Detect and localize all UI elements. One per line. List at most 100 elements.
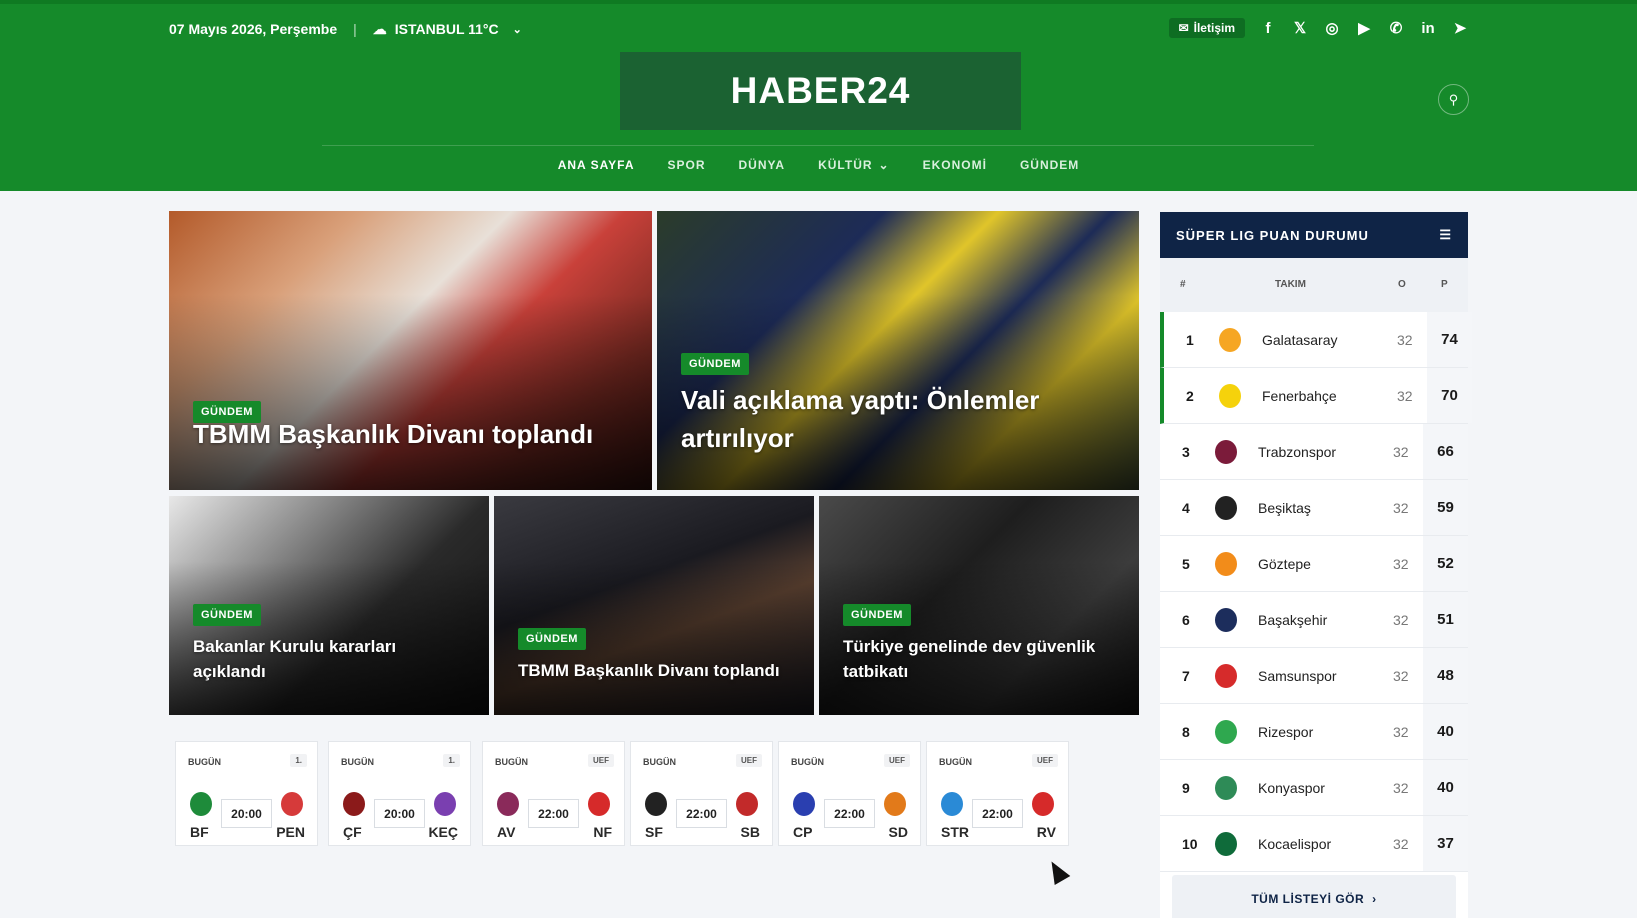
top-right-links: ✉ İletişim f 𝕏 ◎ ▶ ✆ in ➤ — [1168, 18, 1469, 38]
matches-played: 32 — [1393, 612, 1409, 628]
team-name: Beşiktaş — [1258, 500, 1311, 516]
news-card[interactable]: GÜNDEM Bakanlar Kurulu kararları açıklan… — [169, 496, 489, 715]
nav-item-kultur[interactable]: KÜLTÜR ⌄ — [818, 158, 890, 172]
weather-text: ISTANBUL 11°C — [394, 21, 499, 37]
competition-badge: UEF — [1032, 754, 1058, 767]
standings-row[interactable]: 10 Kocaelispor 32 37 — [1160, 816, 1468, 872]
team-points: 51 — [1423, 592, 1468, 647]
chevron-right-icon: › — [1372, 892, 1377, 906]
home-team-abbr: CP — [793, 824, 813, 840]
match-card[interactable]: BUGÜN UEF 22:00 CP SD — [778, 741, 921, 846]
facebook-icon[interactable]: f — [1259, 20, 1277, 37]
matches-played: 32 — [1397, 388, 1413, 404]
team-name: Rizespor — [1258, 724, 1314, 740]
standings-row[interactable]: 8 Rizespor 32 40 — [1160, 704, 1468, 760]
matches-played: 32 — [1393, 500, 1409, 516]
standings-row[interactable]: 4 Beşiktaş 32 59 — [1160, 480, 1468, 536]
weather-cloud-icon: ☁ — [372, 20, 387, 37]
chevron-down-icon: ⌄ — [512, 23, 522, 36]
match-time: 22:00 — [528, 799, 579, 828]
match-card[interactable]: BUGÜN 1. 20:00 BF PEN — [175, 741, 318, 846]
col-rank: # — [1180, 279, 1186, 290]
team-points: 40 — [1423, 704, 1468, 759]
youtube-icon[interactable]: ▶ — [1355, 19, 1373, 37]
standings-row[interactable]: 5 Göztepe 32 52 — [1160, 536, 1468, 592]
match-time: 22:00 — [972, 799, 1023, 828]
news-card[interactable]: GÜNDEM TBMM Başkanlık Divanı toplandı — [169, 211, 652, 490]
match-date: BUGÜN — [791, 757, 824, 767]
match-date: BUGÜN — [188, 757, 221, 767]
nav-item-dunya[interactable]: DÜNYA — [739, 158, 786, 172]
nav-item-ana-sayfa[interactable]: ANA SAYFA — [558, 158, 635, 172]
standings-row[interactable]: 2 Fenerbahçe 32 70 — [1160, 368, 1472, 424]
standings-header: SÜPER LIG PUAN DURUMU ☰ — [1160, 212, 1468, 258]
instagram-icon[interactable]: ◎ — [1323, 19, 1341, 37]
divider: | — [353, 21, 357, 37]
match-card[interactable]: BUGÜN UEF 22:00 SF SB — [630, 741, 773, 846]
category-badge: GÜNDEM — [843, 604, 911, 626]
col-played: O — [1398, 279, 1406, 290]
standings-row[interactable]: 3 Trabzonspor 32 66 — [1160, 424, 1468, 480]
standings-title: SÜPER LIG PUAN DURUMU — [1176, 227, 1369, 243]
standings-row[interactable]: 7 Samsunspor 32 48 — [1160, 648, 1468, 704]
news-title: Vali açıklama yaptı: Önlemler artırılıyo… — [681, 385, 1040, 453]
standings-row[interactable]: 1 Galatasaray 32 74 — [1160, 312, 1472, 368]
home-team-abbr: BF — [190, 824, 209, 840]
matches-played: 32 — [1393, 724, 1409, 740]
away-team-crest — [281, 792, 303, 816]
news-card[interactable]: GÜNDEM TBMM Başkanlık Divanı toplandı — [494, 496, 814, 715]
news-card[interactable]: GÜNDEM Türkiye genelinde dev güvenlik ta… — [819, 496, 1139, 715]
team-name: Samsunspor — [1258, 668, 1337, 684]
nav-item-spor[interactable]: SPOR — [668, 158, 706, 172]
competition-badge: UEF — [736, 754, 762, 767]
standings-row[interactable]: 6 Başakşehir 32 51 — [1160, 592, 1468, 648]
home-team-crest — [793, 792, 815, 816]
matches-played: 32 — [1393, 780, 1409, 796]
home-team-abbr: AV — [497, 824, 516, 840]
match-date: BUGÜN — [495, 757, 528, 767]
match-card[interactable]: BUGÜN 1. 20:00 ÇF KEÇ — [328, 741, 471, 846]
matches-played: 32 — [1393, 444, 1409, 460]
whatsapp-icon[interactable]: ✆ — [1387, 19, 1405, 37]
team-crest-icon — [1215, 496, 1237, 520]
match-card[interactable]: BUGÜN UEF 22:00 STR RV — [926, 741, 1069, 846]
match-date: BUGÜN — [643, 757, 676, 767]
matches-played: 32 — [1393, 836, 1409, 852]
x-icon[interactable]: 𝕏 — [1291, 19, 1309, 37]
team-crest-icon — [1215, 832, 1237, 856]
team-rank: 3 — [1182, 444, 1190, 460]
team-points: 40 — [1423, 760, 1468, 815]
search-button[interactable]: ⚲ — [1438, 84, 1469, 115]
linkedin-icon[interactable]: in — [1419, 20, 1437, 37]
team-name: Konyaspor — [1258, 780, 1325, 796]
team-crest-icon — [1219, 328, 1241, 352]
team-crest-icon — [1219, 384, 1241, 408]
team-rank: 8 — [1182, 724, 1190, 740]
team-points: 70 — [1427, 368, 1472, 423]
see-all-button[interactable]: TÜM LİSTEYİ GÖR › — [1172, 875, 1456, 918]
team-rank: 4 — [1182, 500, 1190, 516]
news-card[interactable]: GÜNDEM Vali açıklama yaptı: Önlemler art… — [657, 211, 1139, 490]
nav-item-gundem[interactable]: GÜNDEM — [1020, 158, 1079, 172]
site-logo[interactable]: HABER24 — [620, 52, 1021, 130]
away-team-abbr: PEN — [276, 824, 305, 840]
away-team-abbr: NF — [593, 824, 612, 840]
home-team-abbr: SF — [645, 824, 663, 840]
team-name: Fenerbahçe — [1262, 388, 1337, 404]
away-team-abbr: SD — [888, 824, 908, 840]
home-team-crest — [941, 792, 963, 816]
team-crest-icon — [1215, 776, 1237, 800]
team-name: Başakşehir — [1258, 612, 1328, 628]
weather-widget[interactable]: ☁ ISTANBUL 11°C ⌄ — [373, 21, 522, 38]
category-badge: GÜNDEM — [681, 353, 749, 375]
match-date: BUGÜN — [939, 757, 972, 767]
match-card[interactable]: BUGÜN UEF 22:00 AV NF — [482, 741, 625, 846]
search-icon: ⚲ — [1448, 91, 1459, 107]
contact-button[interactable]: ✉ İletişim — [1168, 18, 1245, 38]
away-team-crest — [736, 792, 758, 816]
standings-row[interactable]: 9 Konyaspor 32 40 — [1160, 760, 1468, 816]
nav-item-ekonomi[interactable]: EKONOMİ — [923, 158, 987, 172]
list-icon[interactable]: ☰ — [1439, 227, 1452, 243]
telegram-icon[interactable]: ➤ — [1451, 19, 1469, 37]
category-badge: GÜNDEM — [193, 604, 261, 626]
